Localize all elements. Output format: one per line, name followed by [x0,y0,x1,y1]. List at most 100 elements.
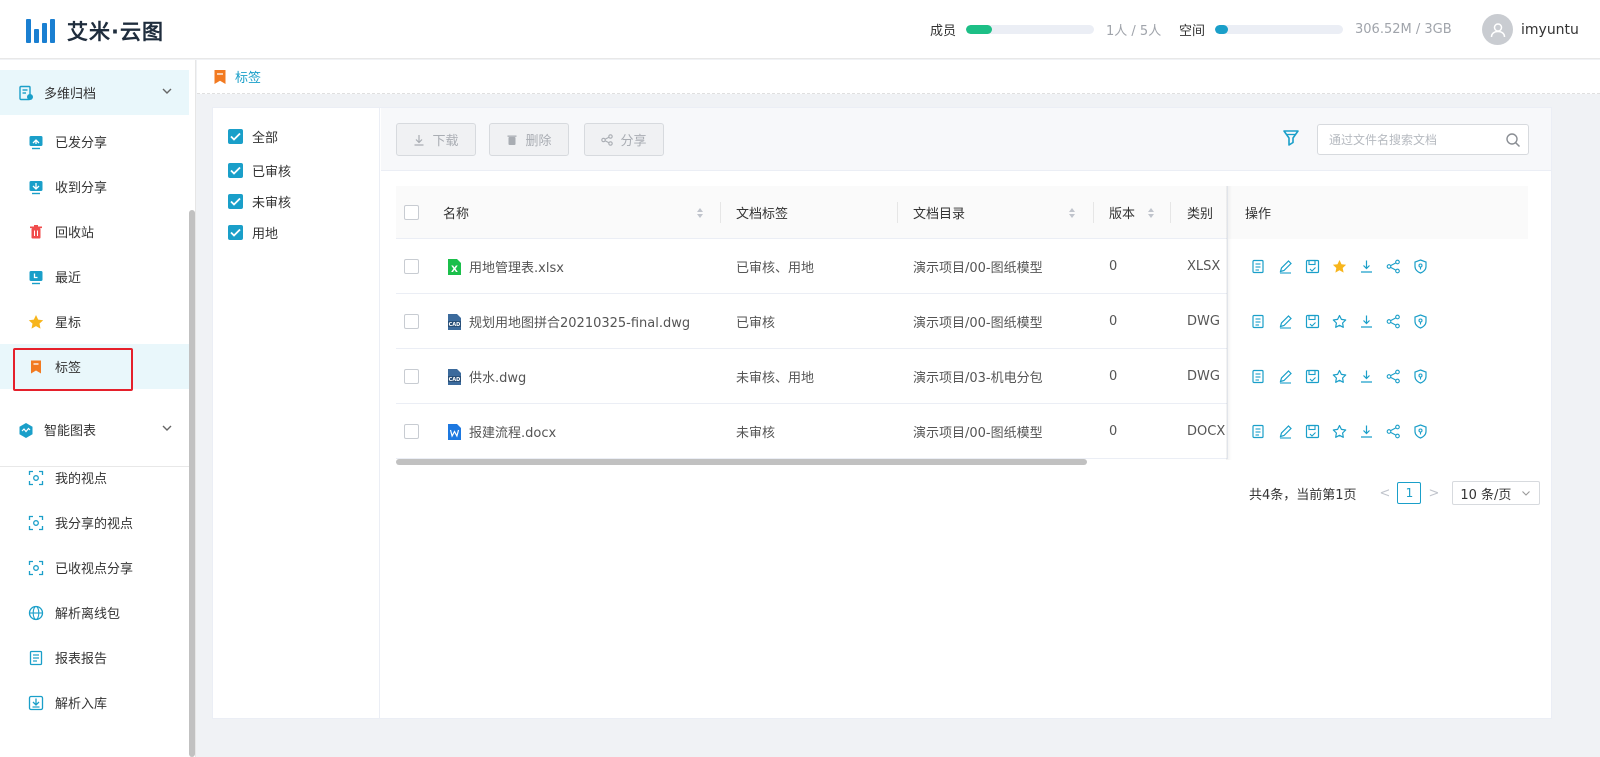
sort-icon[interactable] [1147,207,1155,219]
breadcrumb-label[interactable]: 标签 [235,67,261,86]
share-icon[interactable] [1386,259,1401,274]
sidebar-item-sent-share[interactable]: 已发分享 [0,119,189,164]
download-button[interactable]: 下载 [396,123,476,156]
permission-icon[interactable] [1413,424,1428,439]
search-input[interactable] [1329,125,1499,154]
sidebar-item-received-viewpoints[interactable]: 已收视点分享 [0,545,189,590]
search-icon[interactable] [1505,132,1521,148]
chevron-down-icon[interactable] [161,85,173,101]
sidebar-item-my-viewpoints[interactable]: 我的视点 [0,455,189,500]
share-icon[interactable] [1386,314,1401,329]
file-name[interactable]: 用地管理表.xlsx [469,257,564,276]
download-icon[interactable] [1359,314,1374,329]
share-icon[interactable] [1386,369,1401,384]
delete-button[interactable]: 删除 [489,123,569,156]
details-icon[interactable] [1251,369,1266,384]
star-icon[interactable] [1332,314,1347,329]
row-checkbox[interactable] [404,239,419,294]
save-version-icon[interactable] [1305,424,1320,439]
sidebar-item-recycle-bin[interactable]: 回收站 [0,209,189,254]
file-name-cell[interactable]: CAD 规划用地图拼合20210325-final.dwg [447,294,690,349]
checkbox-checked[interactable] [228,163,243,178]
column-name[interactable]: 名称 [443,186,708,239]
filter-funnel-icon[interactable] [1281,128,1301,148]
trash-icon [28,224,44,240]
edit-icon[interactable] [1278,259,1293,274]
filter-approved[interactable]: 已审核 [228,161,291,180]
page-size-select[interactable]: 10 条/页 [1452,481,1541,505]
prev-page-button[interactable]: < [1380,486,1391,501]
column-directory[interactable]: 文档目录 [913,186,1078,239]
download-icon[interactable] [1359,369,1374,384]
file-name[interactable]: 报建流程.docx [469,422,556,441]
save-version-icon[interactable] [1305,314,1320,329]
chevron-down-icon[interactable] [161,422,173,438]
sort-icon[interactable] [696,207,704,219]
save-version-icon[interactable] [1305,369,1320,384]
app-logo[interactable]: 艾米·云图 [26,16,164,46]
toolbar: 下载 删除 分享 [381,108,1551,171]
page-number-button[interactable]: 1 [1397,482,1422,504]
sidebar-item-shared-viewpoints[interactable]: 我分享的视点 [0,500,189,545]
save-version-icon[interactable] [1305,259,1320,274]
file-version: 0 [1109,314,1118,329]
row-checkbox[interactable] [404,294,419,349]
file-name[interactable]: 规划用地图拼合20210325-final.dwg [469,312,690,331]
star-icon[interactable] [1332,424,1347,439]
file-name-cell[interactable]: CAD 供水.dwg [447,349,526,404]
table-row[interactable]: CAD 规划用地图拼合20210325-final.dwg 已审核 演示项目/00-图… [396,294,1524,349]
sidebar-group-archive[interactable]: 多维归档 [0,70,189,115]
permission-icon[interactable] [1413,369,1428,384]
word-file-icon [447,423,462,441]
edit-icon[interactable] [1278,369,1293,384]
user-menu[interactable]: imyuntu [1482,14,1579,45]
checkbox-checked[interactable] [228,225,243,240]
sidebar-group-smart-charts[interactable]: 智能图表 [0,407,189,452]
file-name[interactable]: 供水.dwg [469,367,526,386]
share-icon[interactable] [1386,424,1401,439]
sidebar-item-label: 已收视点分享 [55,562,134,577]
sort-icon[interactable] [1068,207,1076,219]
edit-icon[interactable] [1278,424,1293,439]
sidebar-scrollbar[interactable] [189,210,195,757]
details-icon[interactable] [1251,424,1266,439]
checkbox-checked[interactable] [228,129,243,144]
username[interactable]: imyuntu [1521,22,1579,38]
sidebar-item-offline-package[interactable]: 解析离线包 [0,590,189,635]
table-row[interactable]: X 用地管理表.xlsx 已审核、用地 演示项目/00-图纸模型 0 XLSX [396,239,1524,294]
row-checkbox[interactable] [404,349,419,404]
file-name-cell[interactable]: 报建流程.docx [447,404,556,459]
edit-icon[interactable] [1278,314,1293,329]
sidebar-item-reports[interactable]: 报表报告 [0,635,189,680]
download-icon[interactable] [1359,259,1374,274]
sidebar-item-received-share[interactable]: 收到分享 [0,164,189,209]
row-actions [1227,239,1524,294]
file-type: XLSX [1187,259,1221,274]
details-icon[interactable] [1251,314,1266,329]
star-icon[interactable] [1332,369,1347,384]
permission-icon[interactable] [1413,314,1428,329]
table-horizontal-scrollbar[interactable] [396,459,1087,465]
star-icon[interactable] [1332,259,1347,274]
avatar[interactable] [1482,14,1513,45]
sidebar-item-import[interactable]: 解析入库 [0,680,189,725]
file-name-cell[interactable]: X 用地管理表.xlsx [447,239,564,294]
filter-all[interactable]: 全部 [228,127,278,146]
filter-land[interactable]: 用地 [228,223,278,242]
sidebar-item-recent[interactable]: 最近 [0,254,189,299]
file-tags: 已审核 [736,316,776,331]
table-row[interactable]: CAD 供水.dwg 未审核、用地 演示项目/03-机电分包 0 DWG [396,349,1524,404]
details-icon[interactable] [1251,259,1266,274]
checkbox-checked[interactable] [228,194,243,209]
row-checkbox[interactable] [404,404,419,459]
column-version[interactable]: 版本 [1109,186,1159,239]
sidebar-item-tags[interactable]: 标签 [0,344,189,389]
sidebar-item-starred[interactable]: 星标 [0,299,189,344]
table-row[interactable]: 报建流程.docx 未审核 演示项目/00-图纸模型 0 DOCX [396,404,1524,459]
share-button[interactable]: 分享 [584,123,664,156]
select-all-checkbox[interactable] [404,186,419,239]
filter-unapproved[interactable]: 未审核 [228,192,291,211]
next-page-button[interactable]: > [1428,486,1439,501]
permission-icon[interactable] [1413,259,1428,274]
download-icon[interactable] [1359,424,1374,439]
